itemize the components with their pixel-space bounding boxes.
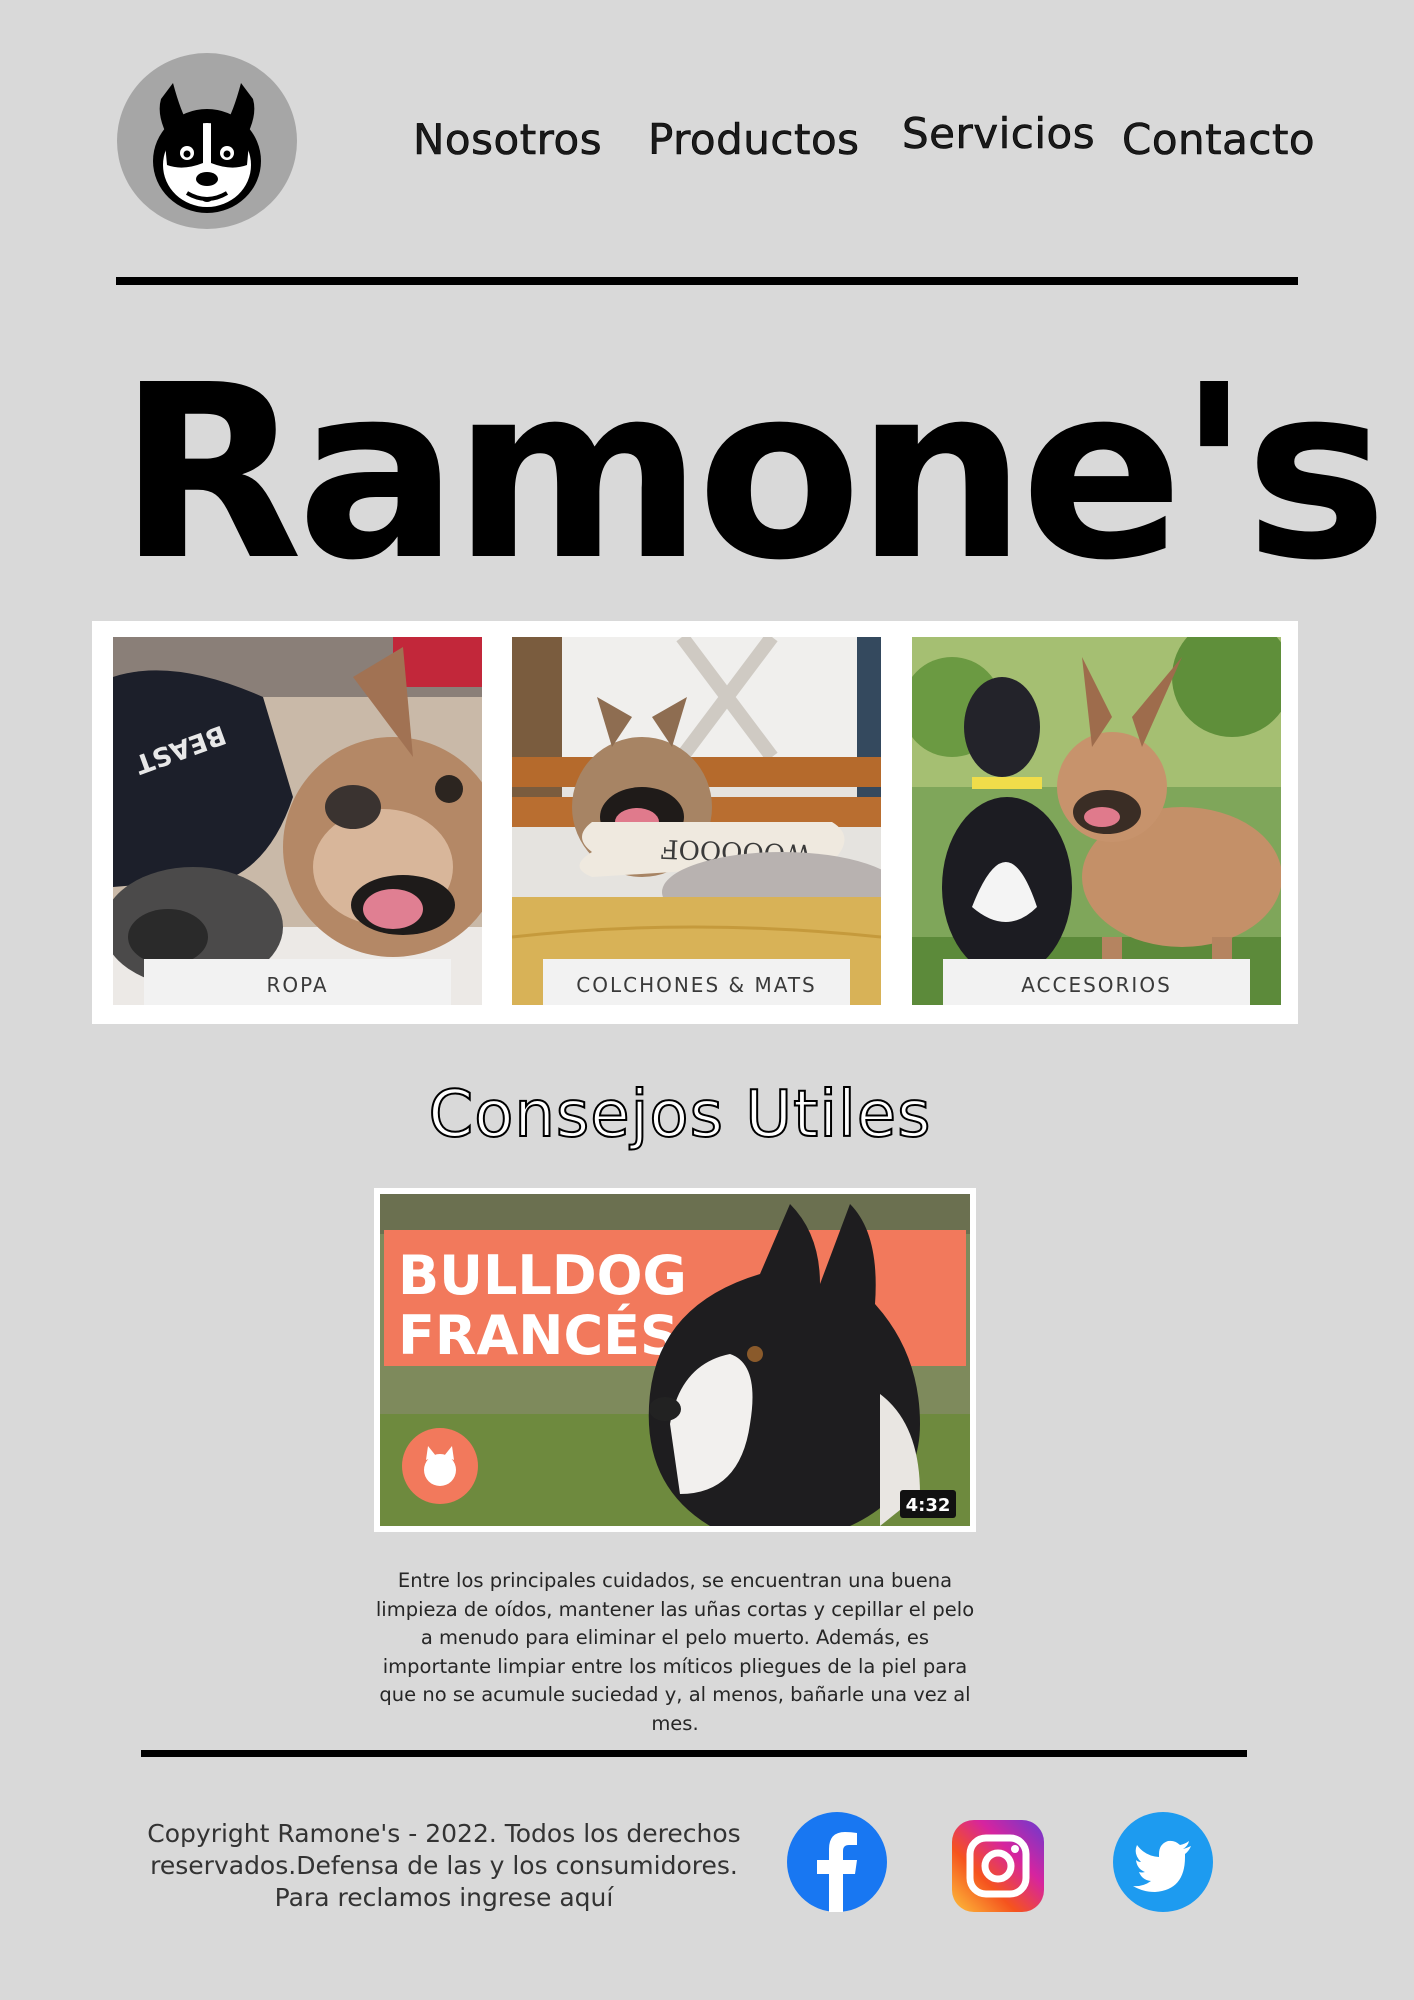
brand-title: Ramone's (118, 333, 1388, 613)
video-thumbnail[interactable]: BULLDOG FRANCÉS 4:32 (374, 1188, 976, 1532)
twitter-icon[interactable] (1113, 1812, 1213, 1912)
nav-nosotros[interactable]: Nosotros (413, 112, 602, 168)
tips-paragraph: Entre los principales cuidados, se encue… (375, 1569, 975, 1735)
video-thumbnail-image: BULLDOG FRANCÉS 4:32 (380, 1194, 970, 1526)
category-card-colchones[interactable]: WOOOOOF COLCHONES & MATS (512, 637, 881, 1005)
video-headline-2: FRANCÉS (398, 1304, 679, 1367)
footer-copyright[interactable]: Copyright Ramone's - 2022. Todos los der… (136, 1818, 752, 1914)
category-label-ropa: ROPA (144, 959, 451, 1005)
facebook-icon[interactable] (787, 1812, 887, 1912)
ropa-photo: BEAST (113, 637, 482, 1005)
category-card-ropa[interactable]: BEAST ROPA (113, 637, 482, 1005)
bulldog-logo[interactable] (117, 53, 297, 229)
footer-divider (141, 1750, 1247, 1757)
instagram-icon[interactable] (950, 1818, 1046, 1914)
section-title: Consejos Utiles (428, 1077, 932, 1153)
accesorios-photo (912, 637, 1281, 1005)
category-gallery: BEAST ROPA WOOOOOF COLCHONES & MATS ACCE… (92, 621, 1298, 1024)
nav-productos[interactable]: Productos (648, 112, 860, 168)
nav-servicios[interactable]: Servicios (902, 106, 1095, 162)
video-duration: 4:32 (906, 1495, 951, 1516)
category-card-accesorios[interactable]: ACCESORIOS (912, 637, 1281, 1005)
nav-contacto[interactable]: Contacto (1122, 112, 1315, 168)
header-divider (116, 277, 1298, 285)
category-label-accesorios: ACCESORIOS (943, 959, 1250, 1005)
colchones-photo: WOOOOOF (512, 637, 881, 1005)
video-headline-1: BULLDOG (398, 1244, 687, 1307)
category-label-colchones: COLCHONES & MATS (543, 959, 850, 1005)
bulldog-icon (153, 83, 261, 213)
